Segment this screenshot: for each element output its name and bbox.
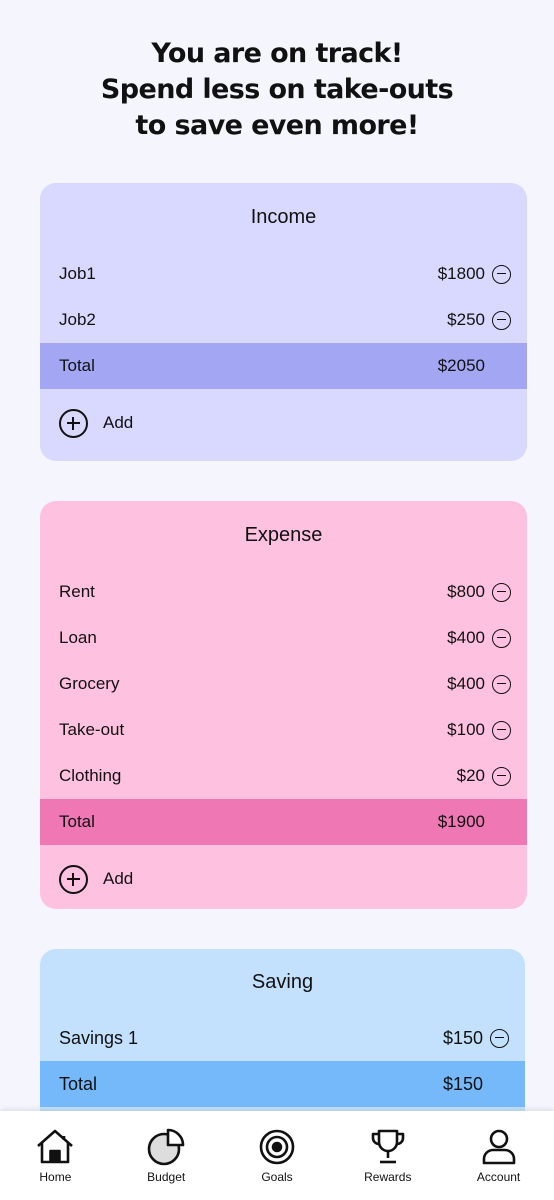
income-item-name: Job1 xyxy=(59,264,96,283)
expense-item-name: Take-out xyxy=(59,720,125,739)
expense-title: Expense xyxy=(244,524,323,546)
expense-row: Rent $800 xyxy=(40,569,527,615)
saving-item-name: Savings 1 xyxy=(59,1027,139,1048)
pie-chart-icon xyxy=(147,1128,185,1166)
remove-circle-icon[interactable] xyxy=(492,720,511,740)
trophy-icon xyxy=(371,1129,405,1164)
user-icon xyxy=(482,1129,515,1165)
tab-goals[interactable]: Goals xyxy=(222,1111,333,1200)
income-row: Job1 $1800 xyxy=(40,251,527,297)
income-item-name: Job2 xyxy=(59,310,96,329)
expense-item-amount: $20 xyxy=(456,766,485,785)
expense-item-name: Grocery xyxy=(59,674,120,693)
remove-circle-icon[interactable] xyxy=(492,674,511,694)
saving-row: Savings 1 $150 xyxy=(40,1015,525,1061)
saving-total-amount: $150 xyxy=(442,1073,483,1094)
tab-rewards[interactable]: Rewards xyxy=(332,1111,443,1200)
add-circle-icon xyxy=(59,408,88,438)
income-row: Job2 $250 xyxy=(40,297,527,343)
expense-total-label: Total xyxy=(59,812,95,831)
headline-line-2: Spend less on take-outs xyxy=(100,74,454,105)
expense-item-name: Loan xyxy=(59,628,97,647)
income-total-label: Total xyxy=(59,356,95,375)
remove-circle-icon[interactable] xyxy=(492,582,511,602)
home-icon xyxy=(37,1129,74,1164)
tab-goals-label: Goals xyxy=(261,1170,293,1184)
headline-line-1: You are on track! xyxy=(151,38,403,69)
income-total-row: Total $2050 xyxy=(40,343,527,389)
tab-home[interactable]: Home xyxy=(0,1111,111,1200)
bottom-nav: Home Budget Goals Rewards Account xyxy=(0,1111,554,1200)
add-circle-icon xyxy=(59,864,88,894)
saving-total-row: Total $150 xyxy=(40,1061,525,1107)
expense-row: Loan $400 xyxy=(40,615,527,661)
expense-card: Expense Rent $800 Loan $400 Grocery $400… xyxy=(40,501,527,909)
income-item-amount: $1800 xyxy=(437,264,485,283)
expense-total-row: Total $1900 xyxy=(40,799,527,845)
income-title: Income xyxy=(250,206,317,228)
expense-item-amount: $400 xyxy=(447,674,485,693)
add-expense-label: Add xyxy=(103,869,134,888)
income-card: Income Job1 $1800 Job2 $250 Total $2050 … xyxy=(40,183,527,461)
target-icon xyxy=(259,1129,295,1165)
tab-account[interactable]: Account xyxy=(443,1111,554,1200)
expense-item-amount: $800 xyxy=(447,582,485,601)
saving-item-amount: $150 xyxy=(442,1027,483,1048)
tab-rewards-label: Rewards xyxy=(364,1170,412,1184)
tab-account-label: Account xyxy=(476,1170,521,1184)
tab-budget[interactable]: Budget xyxy=(111,1111,222,1200)
saving-total-label: Total xyxy=(59,1073,98,1094)
remove-circle-icon[interactable] xyxy=(492,264,511,284)
remove-circle-icon[interactable] xyxy=(492,310,511,330)
tab-budget-label: Budget xyxy=(147,1170,186,1184)
remove-circle-icon[interactable] xyxy=(492,766,511,786)
expense-item-name: Clothing xyxy=(59,766,122,785)
expense-row: Clothing $20 xyxy=(40,753,527,799)
expense-item-name: Rent xyxy=(59,582,95,601)
add-income-label: Add xyxy=(103,413,134,432)
tab-home-label: Home xyxy=(39,1170,72,1184)
add-expense-button[interactable]: Add xyxy=(40,845,527,909)
expense-row: Grocery $400 xyxy=(40,661,527,707)
remove-circle-icon[interactable] xyxy=(490,1028,509,1048)
expense-item-amount: $100 xyxy=(447,720,485,739)
headline-line-3: to save even more! xyxy=(135,110,419,141)
headline: You are on track! Spend less on take-out… xyxy=(0,36,554,144)
income-item-amount: $250 xyxy=(447,310,485,329)
add-income-button[interactable]: Add xyxy=(40,389,527,457)
remove-circle-icon[interactable] xyxy=(492,628,511,648)
expense-item-amount: $400 xyxy=(447,628,485,647)
income-total-amount: $2050 xyxy=(437,356,485,375)
expense-row: Take-out $100 xyxy=(40,707,527,753)
expense-total-amount: $1900 xyxy=(437,812,485,831)
saving-title: Saving xyxy=(251,971,314,993)
